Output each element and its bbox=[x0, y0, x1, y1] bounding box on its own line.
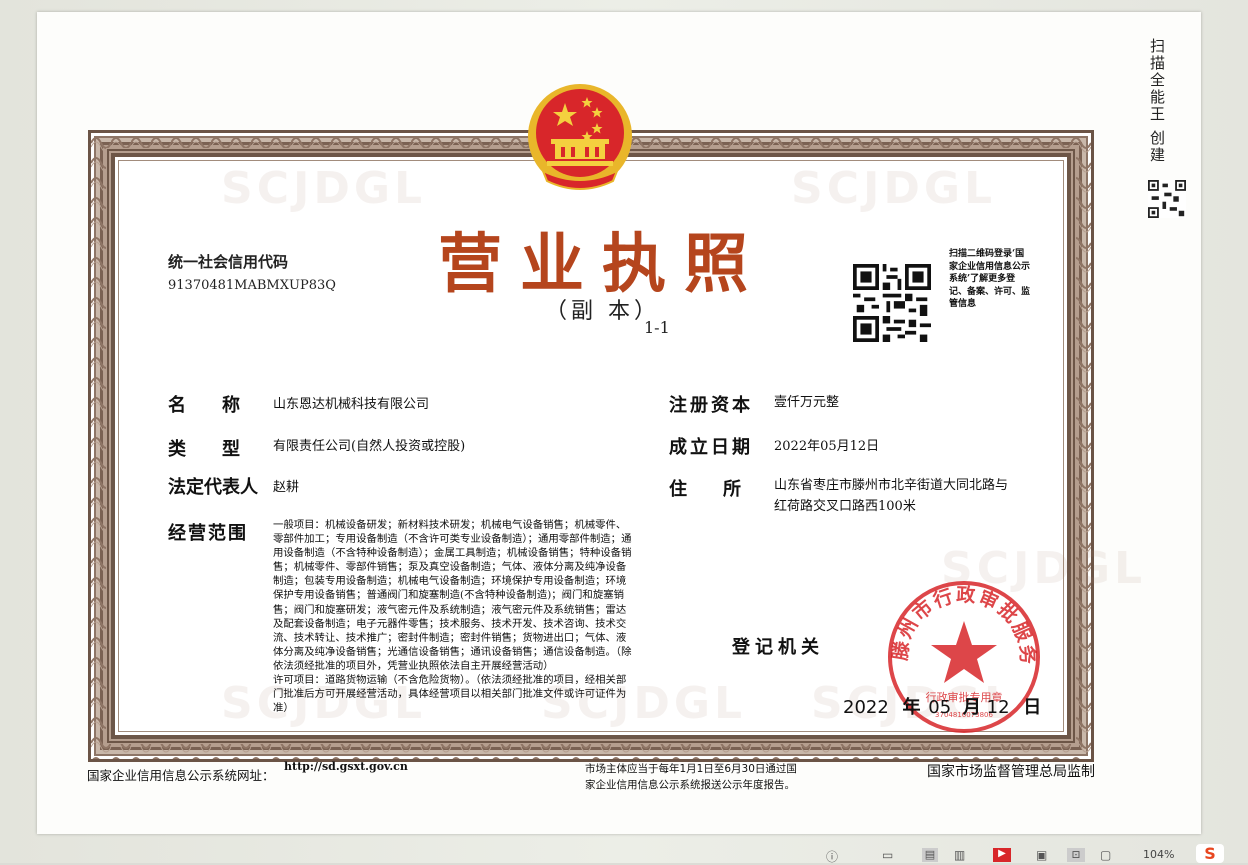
app-logo-icon[interactable]: S bbox=[1196, 844, 1224, 863]
play-icon[interactable]: ▶ bbox=[993, 848, 1011, 862]
document-viewer: SCJDGL SCJDGL SCJDGL SCJDGL SCJDGL SCJDG… bbox=[0, 0, 1248, 865]
issue-month: 05 bbox=[928, 697, 952, 718]
credit-code: 91370481MABMXUP83Q bbox=[168, 278, 336, 293]
footer-site-label: 国家企业信用信息公示系统网址： bbox=[87, 768, 275, 783]
issue-day: 12 bbox=[986, 697, 1010, 718]
copy-number: 1-1 bbox=[644, 318, 670, 337]
capital-label: 注册资本 bbox=[669, 395, 753, 416]
license-certificate: SCJDGL SCJDGL SCJDGL SCJDGL SCJDGL SCJDG… bbox=[88, 130, 1142, 762]
document-title: 营业执照 bbox=[438, 227, 766, 302]
scope-label: 经营范围 bbox=[168, 523, 248, 544]
zoom-fit-icon[interactable]: ⊡ bbox=[1067, 848, 1085, 862]
zoom-level[interactable]: 104% bbox=[1143, 848, 1174, 861]
issue-day-char: 日 bbox=[1023, 697, 1042, 718]
type-label: 类 型 bbox=[168, 439, 240, 460]
registered-capital: 壹仟万元整 bbox=[774, 395, 840, 410]
issue-date: 2022 年 05 月 12 日 bbox=[843, 693, 1041, 719]
business-scope: 一般项目：机械设备研发；新材料技术研发；机械电气设备销售；机械零件、零部件加工；… bbox=[273, 519, 632, 715]
qr-note: 扫描二维码登录‘国家企业信用信息公示系统’了解更多登记、备案、许可、监管信息 bbox=[949, 249, 1031, 309]
document-subtitle: （副 本） bbox=[545, 299, 660, 324]
footer-supervisor: 国家市场监督管理总局监制 bbox=[927, 764, 1095, 780]
legal-rep-label: 法定代表人 bbox=[168, 477, 258, 498]
address-label: 住 所 bbox=[669, 479, 741, 500]
name-label: 名 称 bbox=[168, 395, 240, 416]
issue-year-char: 年 bbox=[902, 697, 921, 718]
address-line-1: 山东省枣庄市滕州市北辛街道大同北路与 bbox=[774, 478, 1009, 493]
fit-icon[interactable]: ▣ bbox=[1036, 848, 1047, 862]
svg-text:滕州市行政审批服务局: 滕州市行政审批服务局 bbox=[884, 577, 1039, 666]
company-type: 有限责任公司(自然人投资或控股) bbox=[273, 439, 466, 454]
issue-month-char: 月 bbox=[962, 697, 981, 718]
watermark: SCJDGL bbox=[791, 163, 997, 214]
establish-date: 2022年05月12日 bbox=[774, 439, 880, 454]
footer-note-line-2: 家企业信用信息公示系统报送公示年度报告。 bbox=[585, 779, 795, 791]
single-page-icon[interactable]: ▤ bbox=[922, 848, 938, 862]
credit-code-label: 统一社会信用代码 bbox=[168, 253, 289, 271]
authority-label: 登记机关 bbox=[732, 637, 824, 658]
scanned-page: SCJDGL SCJDGL SCJDGL SCJDGL SCJDGL SCJDG… bbox=[37, 12, 1201, 834]
info-icon[interactable]: ⓘ bbox=[826, 848, 838, 865]
seal-ring-text: 滕州市行政审批服务局 bbox=[884, 577, 1037, 666]
legal-rep: 赵耕 bbox=[273, 480, 300, 495]
side-qr-code bbox=[1148, 180, 1186, 218]
two-page-icon[interactable]: ▥ bbox=[954, 848, 965, 862]
footer-note-line-1: 市场主体应当于每年1月1日至6月30日通过国 bbox=[585, 763, 797, 775]
date-label: 成立日期 bbox=[669, 437, 753, 458]
address-line-2: 红荷路交叉口路西100米 bbox=[774, 499, 916, 514]
national-emblem-icon bbox=[528, 84, 632, 190]
footer-site-url[interactable]: http://sd.gsxt.gov.cn bbox=[284, 760, 408, 773]
scanner-watermark-text: 扫描全能王 创建 bbox=[1148, 38, 1166, 164]
issue-year: 2022 bbox=[843, 697, 889, 718]
company-name: 山东恩达机械科技有限公司 bbox=[273, 397, 430, 412]
page-view-icon[interactable]: ▭ bbox=[882, 848, 893, 862]
qr-code bbox=[853, 264, 931, 342]
watermark: SCJDGL bbox=[221, 163, 427, 214]
zoom-out-icon[interactable]: ▢ bbox=[1100, 848, 1111, 862]
viewer-toolbar: ⓘ ▭ ▤ ▥ ▶ ▣ ⊡ ▢ 104% S bbox=[0, 844, 1248, 865]
